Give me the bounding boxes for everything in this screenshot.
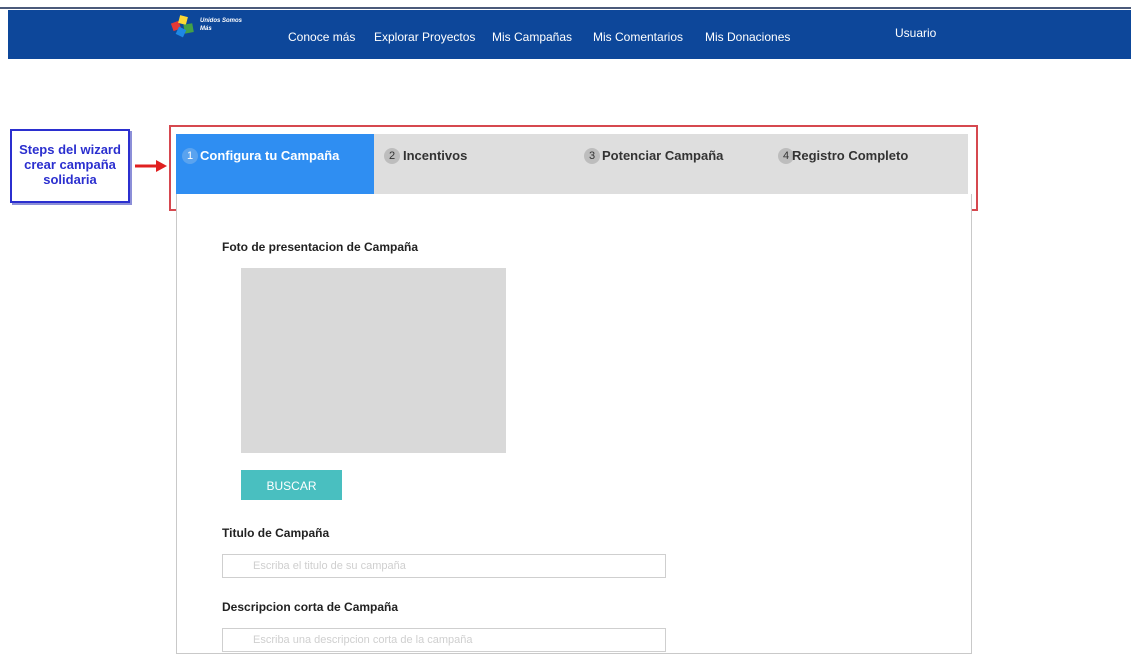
brand-logo[interactable]: Unidos Somos Más — [170, 14, 242, 40]
photo-placeholder — [241, 268, 506, 453]
nav-item-explorar-proyectos[interactable]: Explorar Proyectos — [374, 30, 475, 44]
logo-text: Unidos Somos Más — [200, 18, 243, 32]
nav-item-mis-comentarios[interactable]: Mis Comentarios — [593, 30, 683, 44]
buscar-button[interactable]: BUSCAR — [241, 470, 342, 500]
annotation-callout: Steps del wizard crear campaña solidaria — [10, 129, 130, 203]
logo-mark-icon — [170, 15, 194, 38]
nav-item-mis-donaciones[interactable]: Mis Donaciones — [705, 30, 790, 44]
nav-item-mis-campanas[interactable]: Mis Campañas — [492, 30, 572, 44]
photo-label: Foto de presentacion de Campaña — [222, 240, 419, 254]
top-border-line — [0, 7, 1131, 9]
user-menu[interactable]: Usuario — [895, 26, 936, 40]
title-label: Titulo de Campaña — [222, 526, 330, 540]
title-input[interactable]: Escriba el titulo de su campaña — [222, 554, 666, 578]
description-label: Descripcion corta de Campaña — [222, 600, 399, 614]
description-input[interactable]: Escriba una descripcion corta de la camp… — [222, 628, 666, 652]
nav-item-conoce-mas[interactable]: Conoce más — [288, 30, 355, 44]
annotation-arrow-icon — [135, 160, 167, 172]
